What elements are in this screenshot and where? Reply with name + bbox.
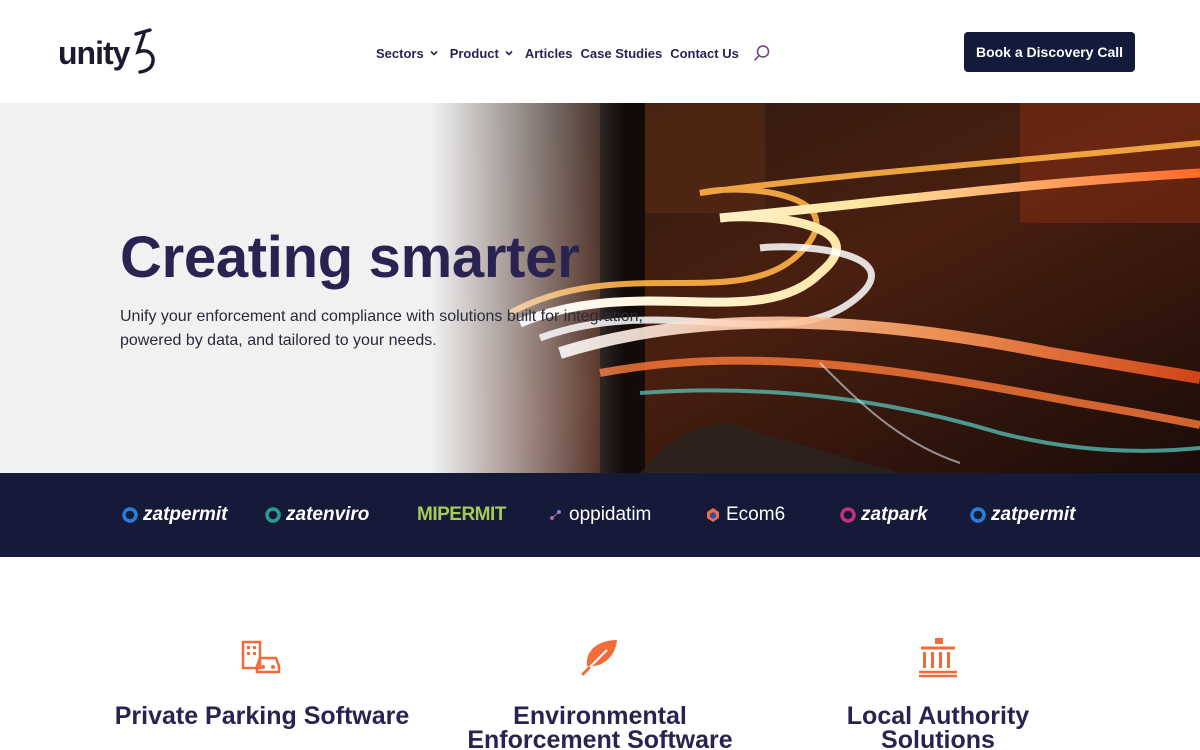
brand-label: zatpermit [143,504,228,525]
nav-sectors-label: Sectors [376,45,424,61]
main-nav: Sectors Product Articles Case Studies Co… [376,44,771,62]
zatpermit-logo[interactable]: zatpermit [970,503,1075,527]
nav-contact-us-label: Contact Us [670,45,739,61]
mipermit-logo[interactable]: MIPERMIT [417,503,506,527]
zatpermit-logo[interactable]: zatpermit [122,503,227,527]
brand-label: oppidatim [569,504,652,525]
zatpermit-mark-icon [970,507,986,523]
nav-sectors[interactable]: Sectors [376,46,442,61]
product-logo-strip: zatpermit zatenviro MIPERMIT oppidatim E… [0,473,1200,557]
sector-card-private-parking[interactable]: Private Parking Software [112,636,412,730]
sector-title: Environmental Enforcement Software [467,702,733,750]
sector-card-local-authority[interactable]: Local Authority Solutions [788,636,1088,750]
zatpermit-mark-icon [122,507,138,523]
oppidatim-logo[interactable]: oppidatim [548,503,651,527]
nav-case-studies-label: Case Studies [580,45,663,61]
nav-product-label: Product [449,45,499,61]
sector-title: Local Authority Solutions [846,702,1030,750]
nav-case-studies[interactable]: Case Studies [581,46,663,61]
ecom6-logo[interactable]: Ecom6 [705,503,785,527]
nav-articles-label: Articles [524,45,573,61]
unity5-logo[interactable]: unity [58,28,160,76]
hero-subtitle: Unify your enforcement and compliance wi… [120,308,643,349]
hero-section: Creating smarter Unify your enforcement … [0,103,1200,473]
nav-product[interactable]: Product [450,46,517,61]
brand-label: zatenviro [286,504,370,525]
nav-articles[interactable]: Articles [525,46,573,61]
ecom6-mark-icon [707,508,719,522]
sector-card-environmental[interactable]: Environmental Enforcement Software [450,636,750,750]
brand-label: zatpermit [991,504,1076,525]
brand-label: Ecom6 [726,504,786,525]
brand-label: MIPERMIT [417,504,506,525]
zatpark-mark-icon [840,507,856,523]
zatenviro-mark-icon [265,507,281,523]
leaf-icon [581,640,617,676]
nav-contact-us[interactable]: Contact Us [670,46,739,61]
chevron-down-icon [430,50,438,56]
hero-title: Creating smarter [120,225,580,290]
zatenviro-logo[interactable]: zatenviro [265,503,369,527]
parking-building-icon [241,640,281,674]
sector-title: Private Parking Software [114,702,410,730]
search-icon[interactable] [753,44,771,62]
government-building-icon [919,638,957,678]
chevron-down-icon [505,50,513,56]
svg-text:unity: unity [58,35,131,71]
book-discovery-call-button[interactable]: Book a Discovery Call [964,32,1135,72]
site-header: unity Sectors Product Articles Case Stud… [0,0,1200,103]
oppidatim-mark-icon [550,510,561,520]
zatpark-logo[interactable]: zatpark [840,503,928,527]
brand-label: zatpark [861,504,928,525]
